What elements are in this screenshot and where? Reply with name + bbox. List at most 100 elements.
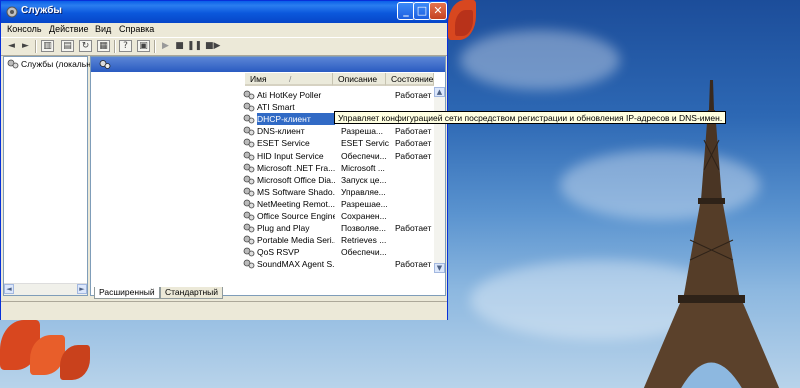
column-header-description[interactable]: Описание [333, 73, 386, 86]
toolbar: ◄ ► ▥ ▤ ↻ ▦ ? ▣ ▶ ■ ❚❚ ■▶ [1, 37, 447, 56]
service-name: SoundMAX Agent S... [257, 259, 335, 270]
toolbar-separator [35, 40, 37, 53]
scroll-right-button[interactable]: ► [77, 284, 87, 294]
table-row[interactable]: NetMeeting Remot... Разрешае... [243, 198, 433, 210]
service-description: Сохранен... [341, 211, 387, 221]
gears-icon [7, 59, 19, 69]
column-name-label: Имя [250, 74, 267, 84]
play-icon[interactable]: ▶ [159, 40, 172, 52]
tab-extended[interactable]: Расширенный [94, 287, 160, 299]
table-row[interactable]: Office Source Engine Сохранен... [243, 210, 433, 222]
title-bar[interactable]: Службы _ □ ✕ [1, 1, 447, 23]
gears-icon [243, 259, 255, 269]
menu-action[interactable]: Действие [49, 24, 89, 34]
horizontal-scrollbar[interactable]: ◄ ► [4, 283, 87, 295]
table-row[interactable]: MS Software Shado... Управляе... [243, 186, 433, 198]
service-name: Office Source Engine [257, 211, 335, 221]
restart-icon[interactable]: ■▶ [205, 40, 220, 52]
gears-icon [243, 114, 255, 124]
gears-icon [243, 126, 255, 136]
table-row[interactable]: HID Input Service Обеспечи... Работает [243, 150, 433, 162]
table-row[interactable]: Ati HotKey Poller Работает [243, 89, 433, 101]
gears-icon [243, 235, 255, 245]
service-name: Microsoft .NET Fra... [257, 162, 335, 173]
back-arrow-icon[interactable]: ◄ [5, 40, 18, 52]
show-hide-icon[interactable]: ▣ [137, 40, 150, 52]
scroll-down-button[interactable]: ▼ [434, 263, 445, 273]
menu-view[interactable]: Вид [95, 24, 111, 34]
service-name: QoS RSVP [257, 247, 300, 258]
help-icon[interactable]: ? [119, 40, 132, 52]
gears-icon [243, 163, 255, 172]
service-name: HID Input Service [257, 150, 324, 161]
view-tabs: Расширенный Стандартный [90, 287, 446, 299]
table-row[interactable]: Microsoft Office Dia... Запуск це... [243, 174, 433, 186]
service-name: ESET Service [257, 138, 310, 149]
properties-icon[interactable]: ▤ [61, 40, 74, 52]
scroll-up-button[interactable]: ▲ [434, 87, 445, 97]
autumn-leaf [60, 345, 90, 380]
tree-item-services-local[interactable]: Службы (локальные [7, 59, 102, 69]
window-title: Службы [21, 5, 62, 16]
service-name: DHCP-клиент [257, 113, 335, 126]
forward-arrow-icon[interactable]: ► [19, 40, 32, 52]
gears-icon [243, 247, 255, 257]
service-status: Работает [395, 126, 432, 137]
description-tooltip: Управляет конфигурацией сети посредством… [334, 111, 727, 124]
table-row[interactable]: DNS-клиент Разреша... Работает [243, 125, 433, 137]
menu-console[interactable]: Консоль [7, 24, 42, 34]
service-name: DNS-клиент [257, 126, 305, 137]
table-row[interactable]: QoS RSVP Обеспечи... [243, 246, 433, 258]
gears-icon [243, 175, 255, 185]
service-status: Работает [395, 138, 432, 149]
service-description: Microsoft ... [341, 162, 385, 173]
gears-icon [243, 138, 255, 148]
export-list-icon[interactable]: ▦ [97, 40, 110, 52]
gears-icon [243, 151, 255, 160]
service-status: Работает [395, 259, 432, 270]
service-name: ATI Smart [257, 102, 295, 113]
gears-icon [243, 90, 255, 100]
gears-icon [243, 187, 255, 197]
status-bar [1, 301, 447, 320]
table-row[interactable]: Plug and Play Позволяе... Работает [243, 222, 433, 234]
service-description: Позволяе... [341, 223, 386, 234]
console-tree-icon[interactable]: ▥ [41, 40, 54, 52]
service-name: MS Software Shado... [257, 186, 335, 197]
details-header [91, 57, 445, 72]
refresh-icon[interactable]: ↻ [79, 40, 92, 52]
table-row[interactable]: SoundMAX Agent S... Работает [243, 258, 433, 270]
service-description: Запуск це... [341, 174, 387, 185]
stop-icon[interactable]: ■ [173, 40, 186, 52]
close-button[interactable]: ✕ [429, 2, 447, 20]
gears-icon [243, 223, 255, 233]
tab-standard[interactable]: Стандартный [160, 287, 224, 299]
service-name: Ati HotKey Poller [257, 90, 322, 100]
service-name: NetMeeting Remot... [257, 198, 335, 209]
column-header-name[interactable]: Имя / [245, 73, 333, 86]
table-row[interactable]: Portable Media Seri... Retrieves ... [243, 234, 433, 246]
gears-icon [243, 199, 255, 209]
sort-indicator: / [288, 74, 292, 84]
eiffel-tower [643, 80, 780, 388]
service-name: Microsoft Office Dia... [257, 174, 335, 185]
column-header-status[interactable]: Состояние [386, 73, 434, 86]
table-row[interactable]: Microsoft .NET Fra... Microsoft ... [243, 162, 433, 174]
gear-icon [6, 6, 18, 18]
scroll-left-button[interactable]: ◄ [4, 284, 14, 294]
service-description: Разрешае... [341, 198, 388, 209]
service-status: Работает [395, 223, 432, 234]
service-name: Plug and Play [257, 223, 310, 234]
service-description: Разреша... [341, 126, 384, 137]
service-description: Обеспечи... [341, 247, 387, 258]
menu-help[interactable]: Справка [119, 24, 154, 34]
gears-icon [243, 102, 255, 112]
service-description: Обеспечи... [341, 150, 387, 161]
service-status: Работает [395, 150, 432, 161]
pause-icon[interactable]: ❚❚ [187, 40, 202, 52]
console-tree-pane: Службы (локальные ◄ ► [3, 56, 102, 296]
toolbar-separator [114, 40, 116, 53]
service-description: Управляе... [341, 186, 386, 197]
table-row[interactable]: ESET Service ESET Service Работает [243, 137, 433, 149]
service-description: ESET Service [341, 138, 389, 149]
